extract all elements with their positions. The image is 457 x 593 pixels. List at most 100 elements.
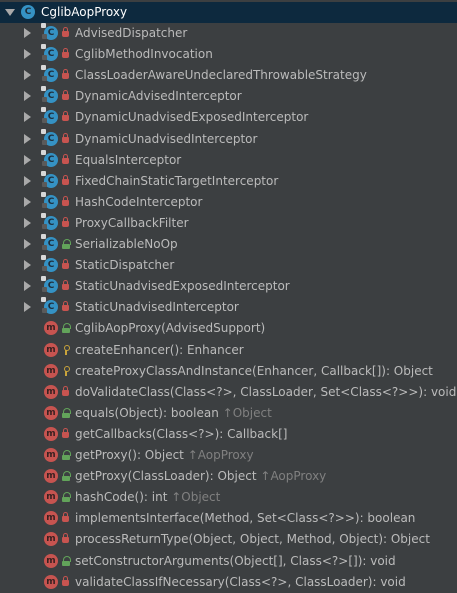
class-icon: C (21, 5, 35, 19)
inherited-marker: ↑ (187, 448, 198, 462)
class-icon: C (41, 255, 58, 273)
method-icon: m (44, 321, 58, 336)
tree-item-method[interactable]: m setConstructorArguments(Object[], Class… (0, 551, 457, 572)
method-label: createProxyClassAndInstance(Enhancer, Ca… (75, 363, 433, 378)
expand-arrow-icon[interactable] (24, 281, 31, 292)
public-visibility-icon (62, 555, 71, 566)
private-visibility-icon (62, 27, 69, 37)
tree-item-method[interactable]: m getProxy(ClassLoader): Object ↑AopProxy (0, 466, 457, 487)
method-icon: m (44, 469, 58, 484)
method-label: getProxy(ClassLoader): Object (75, 469, 261, 484)
expand-arrow-icon[interactable] (24, 49, 31, 60)
inherited-from: AopProxy (197, 448, 254, 462)
tree-item-method[interactable]: m createProxyClassAndInstance(Enhancer, C… (0, 361, 457, 382)
expand-arrow-icon[interactable] (24, 133, 31, 144)
class-icon: C (41, 44, 58, 62)
method-label: getCallbacks(Class<?>): Callback[] (75, 426, 288, 441)
class-icon: C (41, 234, 58, 251)
method-label-group: validateClassIfNecessary(Class<?>, Class… (75, 575, 406, 589)
tree-item-method[interactable]: m createEnhancer(): Enhancer (0, 340, 457, 361)
inner-class-label: DynamicAdvisedInterceptor (75, 89, 242, 104)
structure-tree[interactable]: C CglibAopProxy C AdvisedDispatcher C Cglib… (0, 0, 457, 593)
expand-arrow-icon[interactable] (24, 196, 31, 207)
class-icon: C (41, 107, 58, 125)
expand-arrow-icon[interactable] (24, 302, 31, 313)
expand-arrow-icon[interactable] (24, 239, 31, 249)
protected-visibility-icon (62, 344, 70, 355)
tree-item-method[interactable]: m implementsInterface(Method, Set<Class<?… (0, 508, 457, 529)
expand-arrow-icon[interactable] (24, 70, 31, 81)
method-icon: m (44, 384, 58, 399)
tree-item-inner-class[interactable]: C EqualsInterceptor (0, 149, 457, 171)
method-label-group: implementsInterface(Method, Set<Class<?>… (75, 511, 415, 525)
tree-item-method[interactable]: m equals(Object): boolean ↑Object (0, 403, 457, 424)
method-label: processReturnType(Object, Object, Method… (75, 532, 430, 547)
tree-root-node[interactable]: C CglibAopProxy (0, 2, 457, 23)
inner-class-label: ClassLoaderAwareUndeclaredThrowableStrat… (75, 68, 367, 83)
tree-item-inner-class[interactable]: C StaticUnadvisedExposedInterceptor (0, 276, 457, 297)
method-label-group: getProxy(): Object ↑AopProxy (75, 448, 254, 462)
expand-arrow-icon[interactable] (24, 91, 31, 102)
tree-item-inner-class[interactable]: C CglibMethodInvocation (0, 44, 457, 65)
private-visibility-icon (62, 533, 69, 544)
class-icon: C (41, 149, 58, 167)
private-visibility-icon (62, 195, 69, 206)
private-visibility-icon (62, 132, 69, 143)
class-icon: C (41, 86, 58, 104)
tree-item-inner-class[interactable]: C DynamicAdvisedInterceptor (0, 86, 457, 107)
method-label-group: CglibAopProxy(AdvisedSupport) (75, 321, 265, 335)
public-visibility-icon (62, 407, 71, 418)
public-visibility-icon (62, 239, 71, 249)
tree-item-inner-class[interactable]: C SerializableNoOp (0, 234, 457, 255)
class-icon: C (41, 297, 58, 315)
collapse-arrow-icon[interactable] (5, 9, 15, 16)
tree-item-inner-class[interactable]: C ProxyCallbackFilter (0, 212, 457, 234)
method-label: setConstructorArguments(Object[], Class<… (75, 553, 396, 568)
tree-item-inner-class[interactable]: C HashCodeInterceptor (0, 191, 457, 213)
private-visibility-icon (62, 280, 69, 291)
inner-class-label: CglibMethodInvocation (75, 47, 213, 62)
private-visibility-icon (62, 90, 69, 101)
expand-arrow-icon[interactable] (24, 217, 31, 228)
method-label: implementsInterface(Method, Set<Class<?>… (75, 511, 416, 526)
tree-item-method[interactable]: m getProxy(): Object ↑AopProxy (0, 445, 457, 466)
class-icon: C (41, 65, 58, 83)
tree-item-method[interactable]: m processReturnType(Object, Object, Metho… (0, 529, 457, 550)
tree-item-method[interactable]: m CglibAopProxy(AdvisedSupport) (0, 318, 457, 339)
expand-arrow-icon[interactable] (24, 28, 31, 38)
private-visibility-icon (62, 174, 69, 185)
tree-item-method[interactable]: m validateClassIfNecessary(Class<?>, Clas… (0, 572, 457, 593)
tree-item-inner-class[interactable]: C DynamicUnadvisedInterceptor (0, 128, 457, 150)
private-visibility-icon (62, 69, 69, 80)
method-label-group: hashCode(): int ↑Object (75, 490, 220, 504)
method-icon: m (44, 448, 58, 462)
tree-item-method[interactable]: m hashCode(): int ↑Object (0, 487, 457, 508)
tree-item-inner-class[interactable]: C FixedChainStaticTargetInterceptor (0, 170, 457, 192)
root-class-label: CglibAopProxy (41, 5, 128, 19)
tree-item-inner-class[interactable]: C StaticDispatcher (0, 255, 457, 276)
expand-arrow-icon[interactable] (24, 154, 31, 165)
tree-item-method[interactable]: m doValidateClass(Class<?>, ClassLoader, … (0, 382, 457, 403)
tree-item-method[interactable]: m getCallbacks(Class<?>): Callback[] (0, 424, 457, 445)
method-label: hashCode(): int (75, 490, 172, 505)
tree-item-inner-class[interactable]: C DynamicUnadvisedExposedInterceptor (0, 107, 457, 128)
inner-class-label: AdvisedDispatcher (75, 26, 188, 40)
class-icon: C (41, 191, 58, 209)
method-icon: m (44, 363, 58, 378)
expand-arrow-icon[interactable] (24, 260, 31, 271)
tree-item-inner-class[interactable]: C StaticUnadvisedInterceptor (0, 297, 457, 318)
inherited-marker: ↑ (260, 469, 271, 484)
private-visibility-icon (62, 153, 69, 164)
method-icon: m (44, 342, 58, 357)
tree-item-inner-class[interactable]: C AdvisedDispatcher (0, 23, 457, 44)
method-label-group: processReturnType(Object, Object, Method… (75, 532, 430, 546)
method-label: doValidateClass(Class<?>, ClassLoader, S… (75, 384, 457, 399)
expand-arrow-icon[interactable] (24, 112, 31, 123)
private-visibility-icon (62, 385, 69, 396)
tree-item-inner-class[interactable]: C ClassLoaderAwareUndeclaredThrowableStra… (0, 65, 457, 86)
method-label: validateClassIfNecessary(Class<?>, Class… (75, 574, 406, 589)
class-icon: C (41, 128, 58, 146)
method-icon: m (44, 511, 58, 526)
expand-arrow-icon[interactable] (24, 175, 31, 186)
inner-class-label: StaticUnadvisedInterceptor (75, 300, 239, 315)
